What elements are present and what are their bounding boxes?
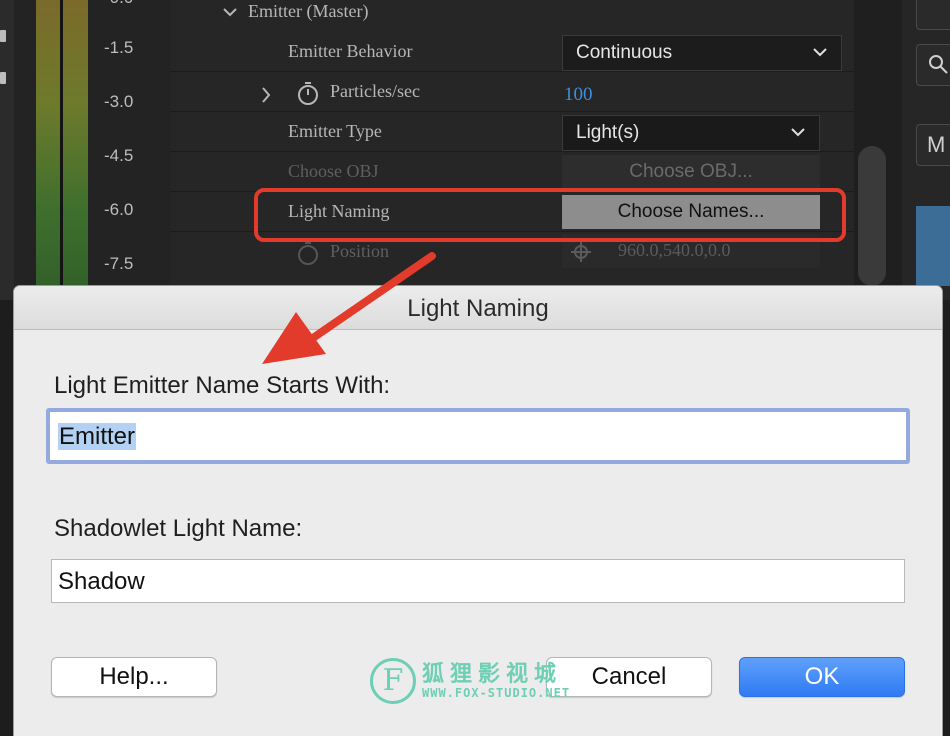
particles-sec-value[interactable]: 100 [564,84,593,106]
particles-sec-row: Particles/sec 100 [170,72,854,112]
emitter-behavior-label: Emitter Behavior [288,41,413,61]
panel-m-label: M [927,132,946,157]
stopwatch-icon[interactable] [296,240,320,266]
watermark-emblem: F [370,658,416,704]
db-label: -6.0 [104,200,134,219]
shadowlet-name-label: Shadowlet Light Name: [54,515,303,542]
db-label: -7.5 [104,254,134,273]
choose-obj-row: Choose OBJ Choose OBJ... [170,152,854,192]
emitter-group-header[interactable]: Emitter (Master) [170,0,854,32]
dialog-title: Light Naming [407,295,549,322]
panel-button[interactable] [916,0,950,30]
emitter-name-input[interactable]: Emitter [46,408,910,464]
emitter-behavior-dropdown[interactable]: Continuous [562,35,842,71]
effect-controls-background: -0.0 -1.5 -3.0 -4.5 -6.0 -7.5 Emitter (M… [0,0,950,300]
emitter-type-value: Light(s) [576,122,640,143]
chevron-right-icon[interactable] [260,86,272,104]
position-label: Position [330,241,390,261]
emitter-behavior-row: Emitter Behavior Continuous [170,32,854,72]
stopwatch-icon[interactable] [296,80,320,106]
dialog-titlebar[interactable]: Light Naming [14,286,942,330]
watermark-url: WWW.FOX-STUDIO.NET [422,686,571,700]
help-button[interactable]: Help... [51,657,217,697]
shadowlet-name-input[interactable]: Shadow [51,559,905,603]
meter-strip [0,0,14,300]
db-label: -3.0 [104,92,134,111]
emitter-behavior-value: Continuous [576,42,673,63]
highlight-annotation [254,188,846,242]
emitter-type-row: Emitter Type Light(s) [170,112,854,152]
db-label: -0.0 [104,0,133,8]
db-label: -1.5 [104,38,134,57]
chevron-down-icon [813,48,827,57]
choose-obj-button[interactable]: Choose OBJ... [562,155,820,189]
emitter-name-label: Light Emitter Name Starts With: [54,372,391,399]
meter-handle[interactable] [0,30,6,42]
meter-handle[interactable] [0,72,6,84]
search-button[interactable] [916,44,950,86]
watermark-chinese-text: 狐狸影视城 [422,662,563,687]
panel-scrollbar-thumb[interactable] [858,146,886,286]
watermark-logo: F 狐狸影视城 WWW.FOX-STUDIO.NET [370,654,580,712]
effect-controls-panel: Emitter (Master) Emitter Behavior Contin… [170,0,854,300]
emitter-group-title: Emitter (Master) [248,1,369,21]
crosshair-icon[interactable] [570,241,592,263]
particles-sec-label: Particles/sec [330,81,420,101]
search-icon [929,55,948,74]
shadowlet-name-value: Shadow [58,568,145,595]
db-label: -4.5 [104,146,134,165]
chevron-down-icon[interactable] [222,6,238,18]
light-naming-dialog: Light Naming Light Emitter Name Starts W… [14,286,942,736]
emitter-type-dropdown[interactable]: Light(s) [562,115,820,151]
color-swatch [916,206,950,286]
position-value: 960.0,540.0,0.0 [618,240,731,260]
audio-meter-divider [60,0,63,300]
emitter-name-value: Emitter [58,423,137,450]
chevron-down-icon [791,128,805,137]
ok-button[interactable]: OK [739,657,905,697]
emitter-type-label: Emitter Type [288,121,382,141]
panel-m-button[interactable]: M [916,124,950,166]
choose-obj-label: Choose OBJ [288,161,379,181]
